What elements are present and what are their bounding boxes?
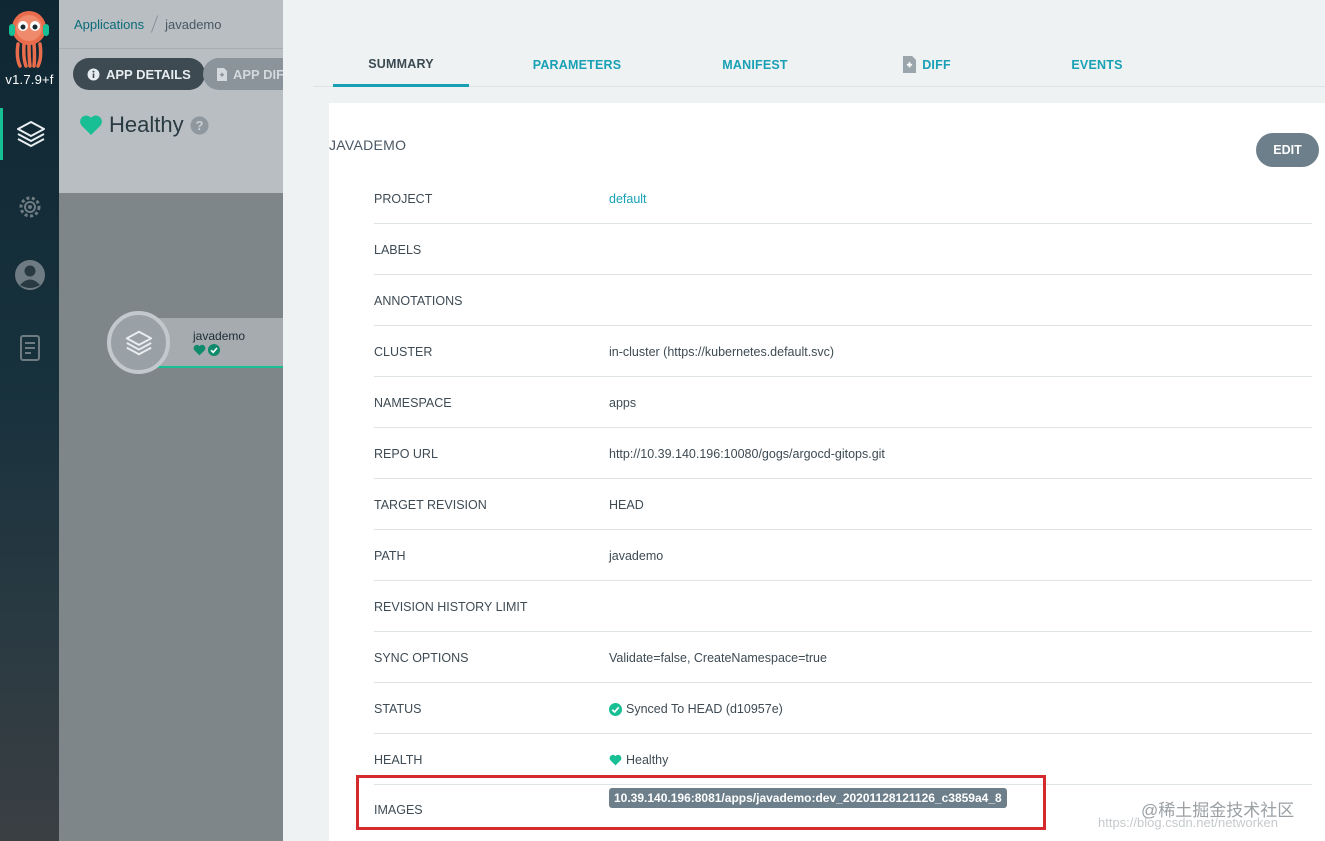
summary-title: JAVADEMO <box>329 137 407 153</box>
row-label: PATH <box>374 549 406 563</box>
summary-row-annotations: ANNOTATIONS <box>374 275 1312 326</box>
gear-icon <box>19 196 40 218</box>
app-details-panel: SUMMARY PARAMETERS MANIFEST DIFF EVENTS … <box>283 0 1325 841</box>
nav-item-user-info[interactable] <box>0 249 59 301</box>
app-topbar: Applications javademo APP DETAILS APP DIF… <box>59 0 283 193</box>
app-health-status: Healthy ? <box>79 112 209 138</box>
summary-row-sync-options: SYNC OPTIONS Validate=false, CreateNames… <box>374 632 1312 683</box>
summary-row-target-revision: TARGET REVISION HEAD <box>374 479 1312 530</box>
tab-manifest-label: MANIFEST <box>722 57 788 72</box>
row-label: SYNC OPTIONS <box>374 651 469 665</box>
app-diff-button[interactable]: APP DIFF <box>203 58 283 90</box>
info-icon <box>87 68 100 80</box>
row-label: NAMESPACE <box>374 396 452 410</box>
summary-row-cluster: CLUSTER in-cluster (https://kubernetes.d… <box>374 326 1312 377</box>
summary-row-repo-url: REPO URL http://10.39.140.196:10080/gogs… <box>374 428 1312 479</box>
details-tabs: SUMMARY PARAMETERS MANIFEST DIFF EVENTS <box>313 43 1325 87</box>
path-value: javademo <box>609 549 664 563</box>
nav-item-documentation[interactable] <box>0 322 59 374</box>
summary-row-status: STATUS Synced To HEAD (d10957e) <box>374 683 1312 734</box>
row-label: CLUSTER <box>374 345 433 359</box>
tab-summary-label: SUMMARY <box>368 56 434 71</box>
breadcrumb-applications-link[interactable]: Applications <box>74 17 144 32</box>
row-label: ANNOTATIONS <box>374 294 463 308</box>
summary-row-path: PATH javademo <box>374 530 1312 581</box>
health-text: Healthy <box>626 753 669 767</box>
heart-icon <box>193 344 206 356</box>
tab-diff[interactable]: DIFF <box>859 43 995 86</box>
breadcrumb-separator <box>151 15 159 33</box>
row-label: HEALTH <box>374 753 423 767</box>
watermark-url: https://blog.csdn.net/networken <box>1098 815 1278 830</box>
tab-events[interactable]: EVENTS <box>1029 43 1165 86</box>
health-value: Healthy <box>609 753 668 767</box>
sync-options-value: Validate=false, CreateNamespace=true <box>609 651 827 665</box>
file-diff-icon <box>903 56 917 73</box>
row-label: REVISION HISTORY LIMIT <box>374 600 528 614</box>
row-label: PROJECT <box>374 192 433 206</box>
tab-summary[interactable]: SUMMARY <box>333 43 469 87</box>
app-details-label: APP DETAILS <box>106 66 191 82</box>
check-circle-icon <box>609 702 622 716</box>
tab-parameters-label: PARAMETERS <box>532 57 622 72</box>
edit-button[interactable]: EDIT <box>1256 133 1319 167</box>
row-label: LABELS <box>374 243 422 257</box>
row-label: STATUS <box>374 702 422 716</box>
tab-parameters[interactable]: PARAMETERS <box>509 43 645 86</box>
row-label: REPO URL <box>374 447 438 461</box>
app-details-button[interactable]: APP DETAILS <box>73 58 205 90</box>
summary-row-project: PROJECT default <box>374 173 1312 224</box>
tab-manifest[interactable]: MANIFEST <box>687 43 823 86</box>
app-node-name: javademo <box>193 329 246 343</box>
file-diff-icon <box>217 67 227 81</box>
check-circle-icon <box>208 344 220 356</box>
version-label: v1.7.9+f <box>5 72 54 87</box>
namespace-value: apps <box>609 396 637 410</box>
summary-row-revision-history-limit: REVISION HISTORY LIMIT <box>374 581 1312 632</box>
toolbar-divider <box>59 48 283 49</box>
application-view: Applications javademo APP DETAILS APP DIF… <box>59 0 283 841</box>
user-icon <box>14 260 45 290</box>
breadcrumb-current: javademo <box>165 17 222 32</box>
summary-row-namespace: NAMESPACE apps <box>374 377 1312 428</box>
images-highlight-box <box>356 775 1046 830</box>
docs-icon <box>19 335 40 361</box>
app-node-icon[interactable] <box>107 311 170 374</box>
app-node-card[interactable] <box>158 318 283 368</box>
layers-icon <box>17 121 45 147</box>
app-health-label: Healthy <box>109 112 184 137</box>
nav-item-applications[interactable] <box>0 108 59 160</box>
summary-row-labels: LABELS <box>374 224 1312 275</box>
left-nav: v1.7.9+f <box>0 0 59 841</box>
app-diff-label: APP DIFF <box>233 66 283 82</box>
status-value: Synced To HEAD (d10957e) <box>609 702 783 716</box>
project-link[interactable]: default <box>609 192 647 206</box>
row-label: TARGET REVISION <box>374 498 487 512</box>
layers-icon <box>125 330 152 355</box>
heart-icon <box>609 754 622 766</box>
repo-url-value: http://10.39.140.196:10080/gogs/argocd-g… <box>609 447 885 461</box>
breadcrumb: Applications javademo <box>74 15 222 33</box>
tab-diff-label: DIFF <box>922 57 951 72</box>
target-revision-value: HEAD <box>609 498 644 512</box>
argo-logo[interactable] <box>6 8 52 68</box>
tab-events-label: EVENTS <box>1071 57 1123 72</box>
svg-text:?: ? <box>195 118 203 133</box>
help-icon[interactable]: ? <box>190 116 209 135</box>
cluster-value: in-cluster (https://kubernetes.default.s… <box>609 345 835 359</box>
nav-item-settings[interactable] <box>0 181 59 233</box>
heart-icon <box>80 115 102 135</box>
app-node-status <box>193 344 220 356</box>
status-text: Synced To HEAD (d10957e) <box>626 702 783 716</box>
